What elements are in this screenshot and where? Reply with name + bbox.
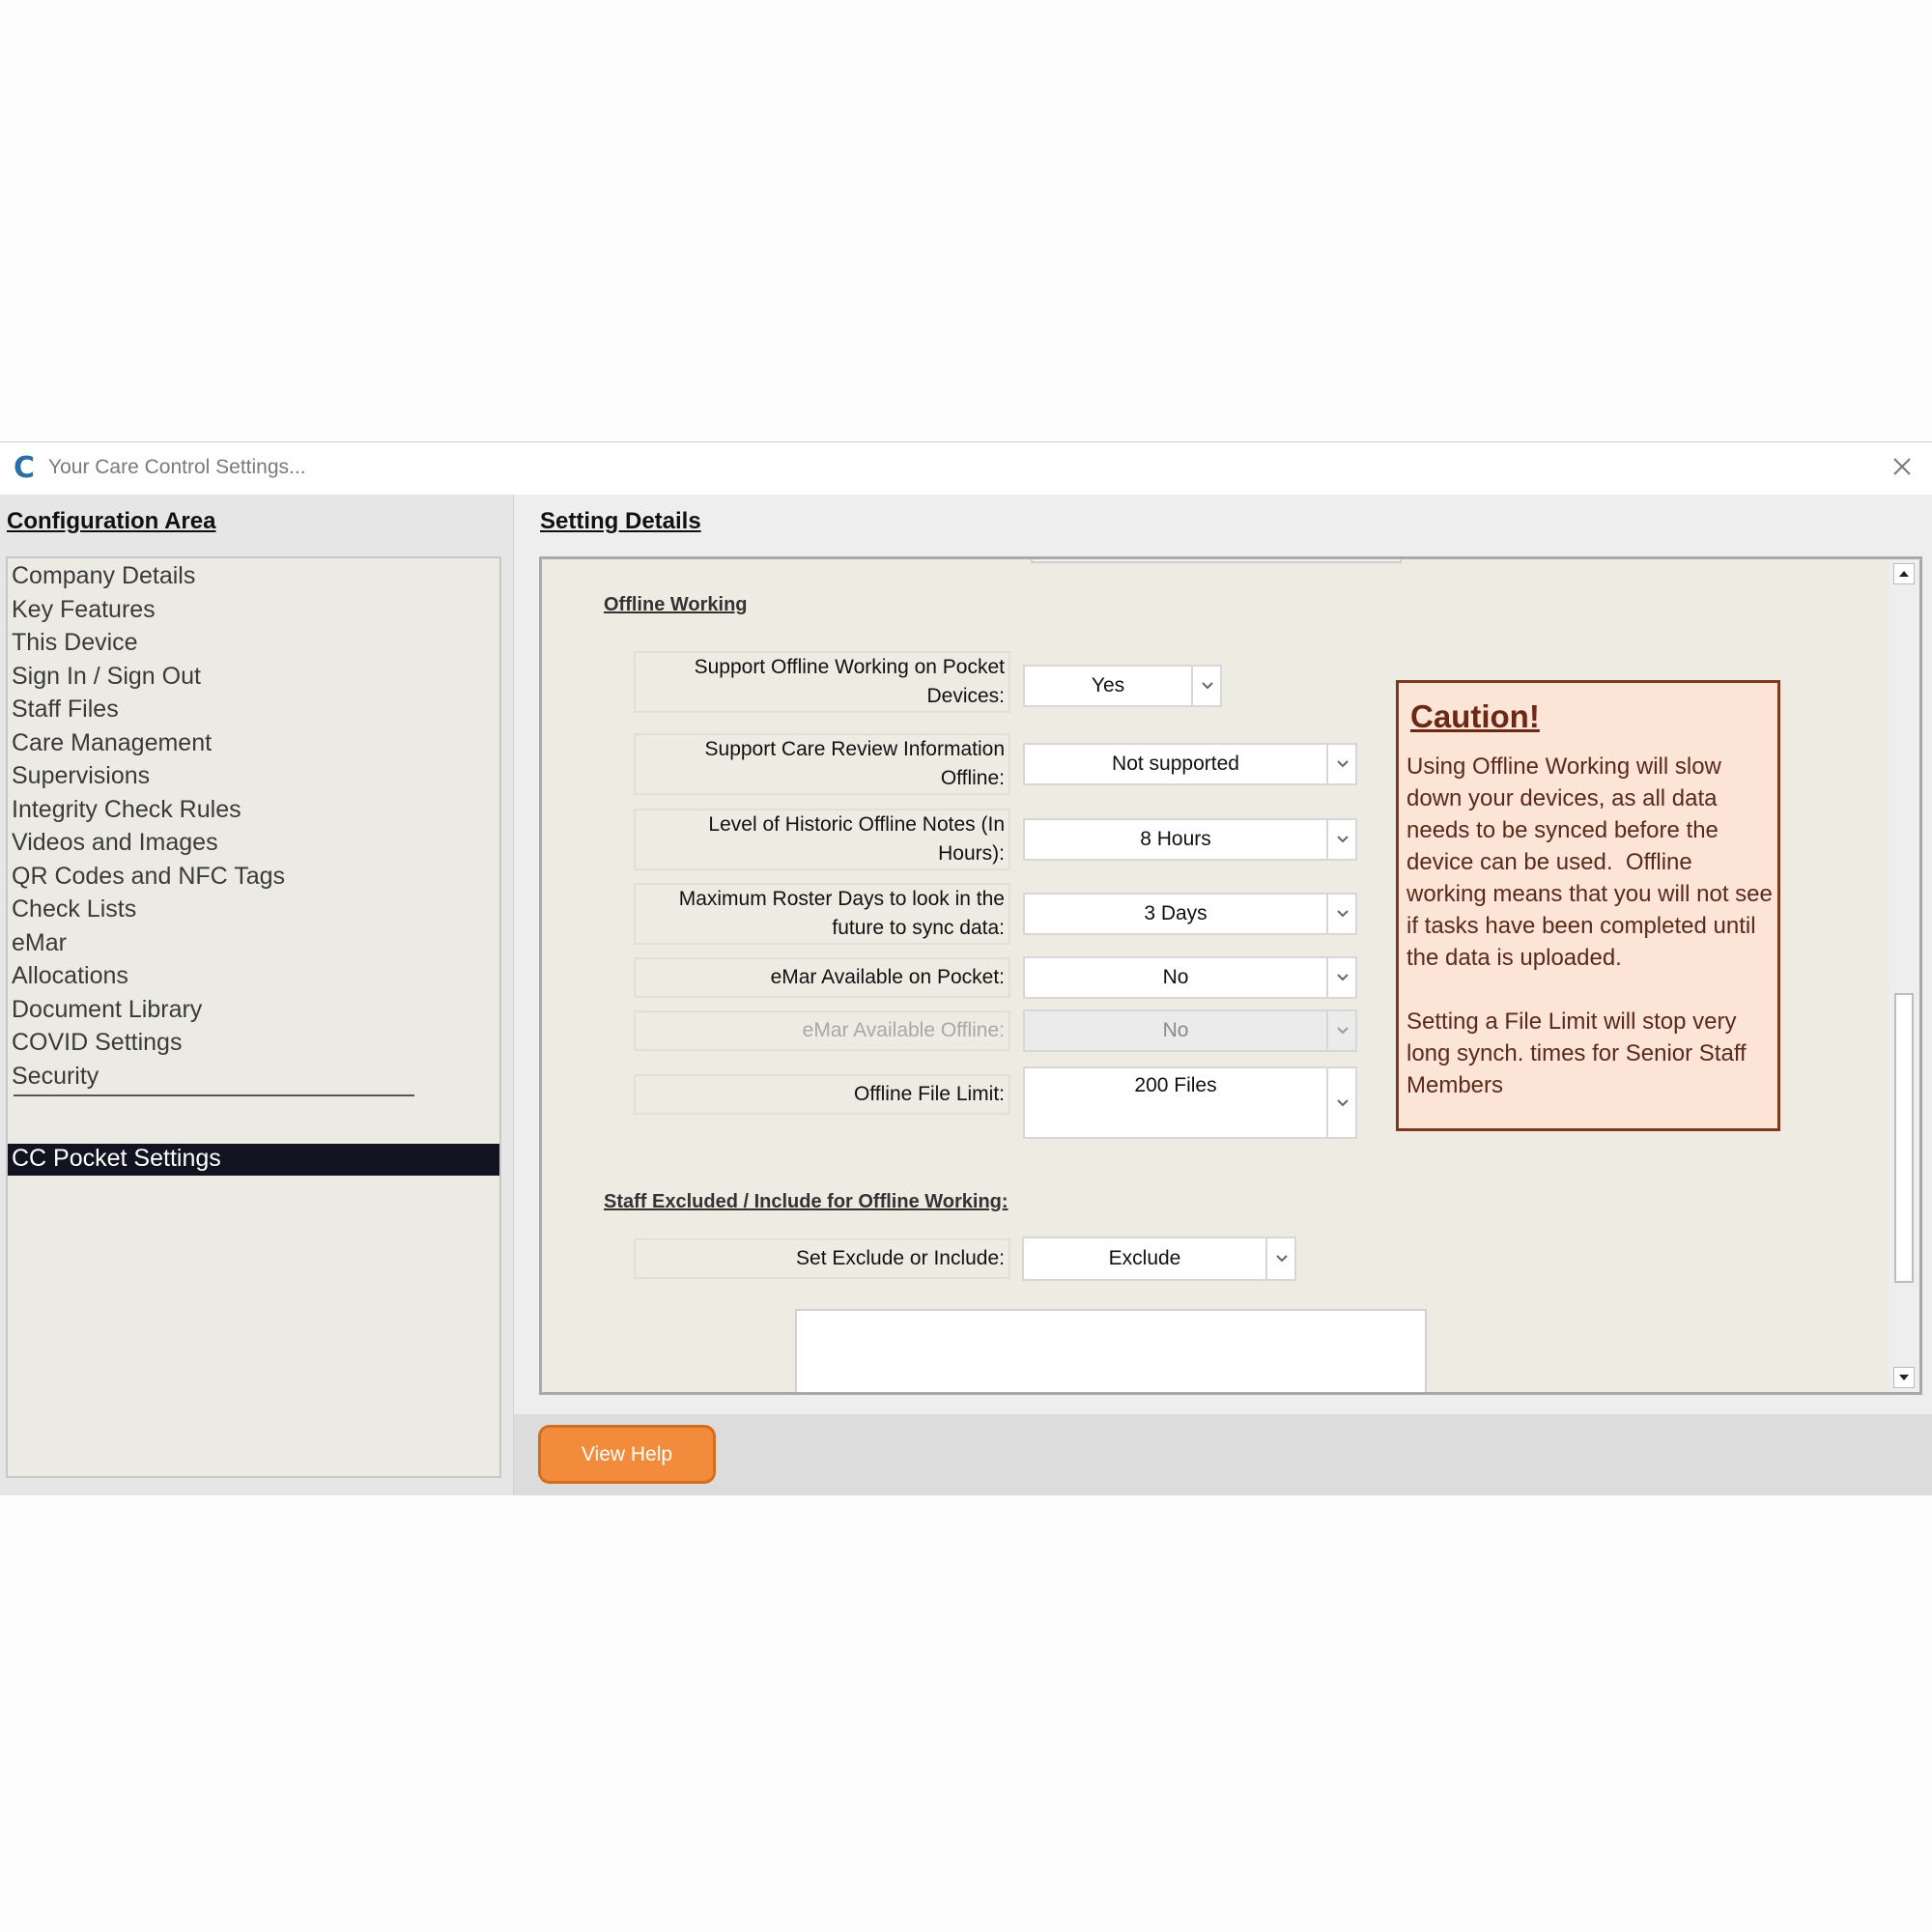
scroll-thumb[interactable] [1894,993,1914,1283]
chevron-down-icon[interactable] [1326,820,1355,859]
config-item-security[interactable]: Security [12,1063,99,1091]
config-item-allocations[interactable]: Allocations [12,962,128,990]
scroll-up-icon[interactable] [1893,563,1915,584]
staff-exclude-include-heading: Staff Excluded / Include for Offline Wor… [604,1191,1009,1212]
caution-box: Caution! Using Offline Working will slow… [1396,680,1780,1131]
config-item-supervisions[interactable]: Supervisions [12,762,150,790]
configuration-panel: Configuration Area CC Pocket Settings Co… [0,495,514,1495]
chevron-down-icon [1326,1011,1355,1050]
exclude-include-dropdown[interactable]: Exclude [1022,1236,1296,1281]
support-offline-dropdown[interactable]: Yes [1023,665,1222,707]
settings-window: C Your Care Control Settings... Configur… [0,441,1932,1495]
historic-notes-dropdown[interactable]: 8 Hours [1023,818,1357,861]
chevron-down-icon[interactable] [1265,1238,1294,1279]
config-item-emar[interactable]: eMar [12,929,67,957]
dropdown-value: 8 Hours [1140,828,1211,850]
caution-text: Using Offline Working will slow down you… [1406,753,1773,1098]
config-item-key-features[interactable]: Key Features [12,596,156,624]
vertical-scrollbar[interactable] [1889,559,1919,1392]
dropdown-value: Exclude [1108,1247,1181,1269]
file-limit-dropdown[interactable]: 200 Files [1023,1066,1357,1139]
config-item-staff-files[interactable]: Staff Files [12,696,119,724]
config-item-cc-pocket-settings[interactable]: CC Pocket Settings [8,1144,499,1176]
historic-notes-label: Level of Historic Offline Notes (In Hour… [634,809,1010,870]
exclude-include-label: Set Exclude or Include: [634,1238,1010,1279]
dropdown-value: No [1162,966,1189,988]
config-item-company-details[interactable]: Company Details [12,562,195,590]
chevron-down-icon[interactable] [1326,745,1355,783]
scroll-down-icon[interactable] [1893,1367,1915,1388]
footer-bar: View Help [514,1414,1932,1495]
dropdown-value: No [1162,1019,1189,1041]
file-limit-label: Offline File Limit: [634,1074,1010,1115]
staff-list-box[interactable] [795,1309,1427,1392]
setting-details-heading: Setting Details [540,508,701,534]
config-item-integrity-check-rules[interactable]: Integrity Check Rules [12,796,242,824]
config-item-covid-settings[interactable]: COVID Settings [12,1029,182,1057]
config-item-label: CC Pocket Settings [12,1145,221,1172]
emar-pocket-label: eMar Available on Pocket: [634,957,1010,998]
dropdown-value: Yes [1091,674,1125,696]
configuration-list[interactable]: CC Pocket Settings Company Details Key Fe… [6,556,501,1478]
roster-days-dropdown[interactable]: 3 Days [1023,893,1357,935]
care-review-offline-label: Support Care Review Information Offline: [634,733,1010,795]
roster-days-label: Maximum Roster Days to look in the futur… [634,883,1010,945]
view-help-button[interactable]: View Help [538,1425,716,1484]
config-item-this-device[interactable]: This Device [12,629,138,657]
list-separator [14,1094,414,1096]
clipped-field [1031,559,1402,563]
config-item-care-management[interactable]: Care Management [12,729,212,757]
chevron-down-icon[interactable] [1326,1068,1355,1137]
caution-title: Caution! [1410,698,1540,734]
care-control-logo-icon: C [14,451,36,485]
dropdown-value: 200 Files [1134,1074,1217,1096]
setting-details-scroll-area[interactable]: Offline Working Support Offline Working … [539,556,1922,1395]
config-item-qr-codes-and-nfc-tags[interactable]: QR Codes and NFC Tags [12,863,285,891]
support-offline-label: Support Offline Working on Pocket Device… [634,651,1010,713]
chevron-down-icon[interactable] [1326,895,1355,933]
dropdown-value: 3 Days [1144,902,1208,924]
emar-offline-dropdown: No [1023,1009,1357,1052]
emar-pocket-dropdown[interactable]: No [1023,956,1357,999]
config-item-check-lists[interactable]: Check Lists [12,895,136,923]
setting-details-panel: Setting Details Offline Working Support … [514,495,1932,1495]
configuration-area-heading: Configuration Area [7,508,216,534]
config-item-document-library[interactable]: Document Library [12,996,202,1024]
chevron-down-icon[interactable] [1326,958,1355,997]
close-icon[interactable] [1886,450,1918,483]
chevron-down-icon[interactable] [1191,667,1220,705]
dropdown-value: Not supported [1112,753,1239,775]
title-bar: C Your Care Control Settings... [0,442,1932,495]
config-item-videos-and-images[interactable]: Videos and Images [12,829,218,857]
offline-working-heading: Offline Working [604,594,748,615]
config-item-sign-in-sign-out[interactable]: Sign In / Sign Out [12,663,201,691]
emar-offline-label: eMar Available Offline: [634,1010,1010,1051]
window-title: Your Care Control Settings... [48,456,306,478]
care-review-offline-dropdown[interactable]: Not supported [1023,743,1357,785]
